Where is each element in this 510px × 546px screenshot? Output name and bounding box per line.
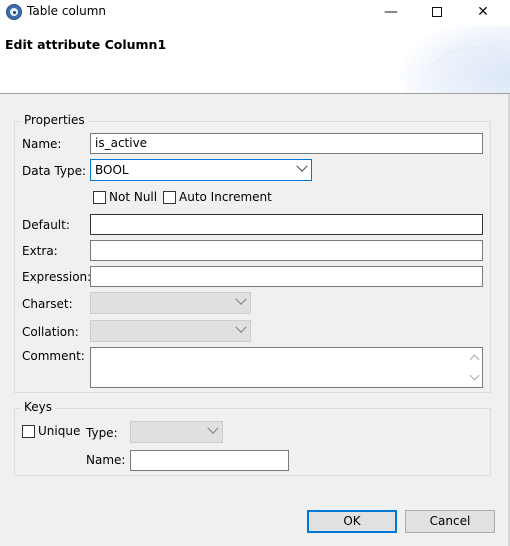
app-icon xyxy=(6,4,22,20)
ok-button[interactable]: OK xyxy=(307,510,397,533)
key-name-label: Name: xyxy=(86,453,126,467)
scroll-down-icon[interactable] xyxy=(469,370,480,381)
close-icon: ✕ xyxy=(477,4,489,20)
window-title: Table column xyxy=(27,4,107,18)
scroll-up-icon[interactable] xyxy=(469,354,480,365)
expression-field[interactable] xyxy=(90,266,483,287)
expression-label: Expression: xyxy=(22,270,92,284)
minimize-icon: — xyxy=(384,4,398,20)
key-name-field[interactable] xyxy=(130,450,289,471)
unique-checkbox[interactable] xyxy=(22,425,35,438)
charset-label: Charset: xyxy=(22,297,73,311)
minimize-button[interactable]: — xyxy=(368,0,414,26)
maximize-button[interactable] xyxy=(414,0,460,26)
default-field[interactable] xyxy=(90,214,483,235)
title-bar: Table column — ✕ xyxy=(0,0,510,26)
dialog-heading: Edit attribute Column1 xyxy=(5,37,167,52)
comment-label: Comment: xyxy=(22,349,85,363)
chevron-down-icon xyxy=(207,422,219,434)
maximize-icon xyxy=(432,7,442,17)
comment-textarea[interactable] xyxy=(90,347,483,388)
auto-increment-checkbox[interactable] xyxy=(163,191,176,204)
default-label: Default: xyxy=(22,218,70,232)
cancel-button[interactable]: Cancel xyxy=(405,510,495,533)
key-type-label: Type: xyxy=(86,426,118,440)
unique-label[interactable]: Unique xyxy=(38,424,80,438)
chevron-down-icon xyxy=(296,160,308,172)
dialog-header: Edit attribute Column1 xyxy=(0,26,510,94)
data-type-label: Data Type: xyxy=(22,164,87,178)
collation-select xyxy=(90,320,251,342)
name-field[interactable]: is_active xyxy=(90,133,483,154)
chevron-down-icon xyxy=(235,321,247,333)
not-null-label[interactable]: Not Null xyxy=(109,190,157,204)
collation-label: Collation: xyxy=(22,325,79,339)
properties-group-label: Properties xyxy=(21,113,88,127)
data-type-value: BOOL xyxy=(95,163,129,177)
charset-select xyxy=(90,292,251,314)
extra-field[interactable] xyxy=(90,240,483,261)
chevron-down-icon xyxy=(235,293,247,305)
keys-group-label: Keys xyxy=(21,400,56,414)
close-button[interactable]: ✕ xyxy=(460,0,506,26)
not-null-checkbox[interactable] xyxy=(93,191,106,204)
extra-label: Extra: xyxy=(22,244,58,258)
name-label: Name: xyxy=(22,137,62,151)
data-type-select[interactable]: BOOL xyxy=(90,159,312,181)
key-type-select xyxy=(130,421,223,443)
auto-increment-label[interactable]: Auto Increment xyxy=(179,190,272,204)
